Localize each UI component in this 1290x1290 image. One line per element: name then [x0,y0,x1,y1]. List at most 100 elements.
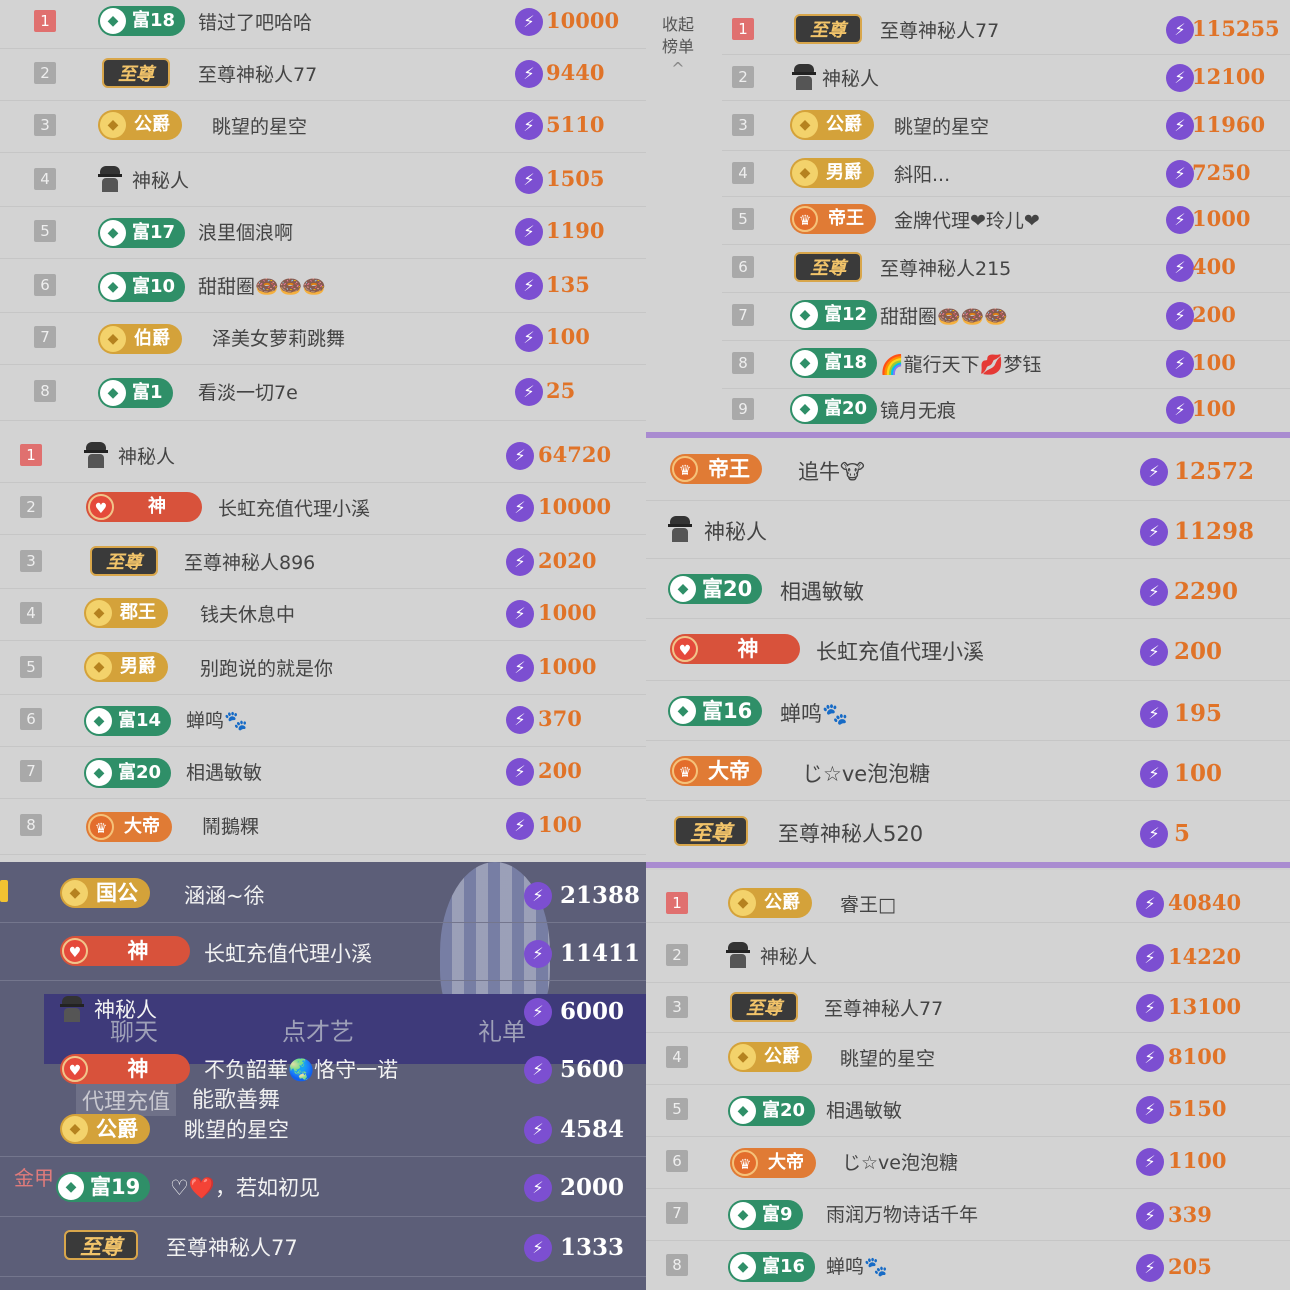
list-item[interactable]: 6 ◆ 富10 甜甜圈🍩🍩🍩 ⚡ 135 [0,258,646,313]
list-item[interactable]: 5 ◆ 男爵 别跑说的就是你 ⚡ 1000 [0,640,646,695]
contribution-value: 2020 [538,548,597,573]
user-name: 眺望的星空 [184,1118,289,1142]
prince-badge: ◆ 郡王 [84,598,168,628]
rank-number: 3 [20,550,42,572]
list-item[interactable]: 2 神秘人 ⚡ 12100 [722,54,1290,101]
contribution-value: 5 [1174,820,1191,847]
list-item[interactable]: ◆ 富16 蝉鸣🐾 ⚡ 195 [646,680,1290,741]
list-item[interactable]: 神秘人 ⚡ 11298 [646,500,1290,559]
list-item[interactable]: 6 ♛ 大帝 じ☆ve泡泡糖 ⚡ 1100 [646,1136,1290,1189]
rank-number: 5 [732,208,754,230]
duke-badge: ◆ 公爵 [790,110,874,140]
list-item[interactable]: 5 ◆ 富20 相遇敏敏 ⚡ 5150 [646,1084,1290,1137]
user-name: 蝉鸣🐾 [826,1256,888,1278]
list-item[interactable]: 7 ◆ 富12 甜甜圈🍩🍩🍩 ⚡ 200 [722,292,1290,341]
user-name: 神秘人 [760,946,818,968]
list-item[interactable]: 5 ♛ 帝王 金牌代理❤玲儿❤ ⚡ 1000 [722,196,1290,245]
diamond-icon: ◆ [86,760,112,786]
level-badge: ◆ 富20 [84,758,172,788]
list-item[interactable]: 7 ◆ 富20 相遇敏敏 ⚡ 200 [0,746,646,799]
list-item[interactable]: 2 至尊 至尊神秘人77 ⚡ 9440 [0,48,646,101]
list-item[interactable]: ◆ 公爵 眺望的星空 ⚡ 4584 [0,1098,646,1157]
list-item[interactable]: 5 ◆ 富17 浪里個浪啊 ⚡ 1190 [0,206,646,259]
crest-icon: ♛ [88,814,114,840]
list-item[interactable]: 1 ◆ 公爵 睿王□ ⚡ 40840 [646,870,1290,923]
list-item[interactable]: 4 ◆ 男爵 斜阳... ⚡ 7250 [722,150,1290,197]
level-badge: ◆ 富12 [790,300,878,330]
list-item[interactable]: 神秘人 ⚡ 6000 [0,980,646,1038]
list-item[interactable]: 至尊 至尊神秘人77 ⚡ 1333 [0,1216,646,1277]
rank-number: 2 [20,496,42,518]
list-item[interactable]: 2 神秘人 ⚡ 14220 [646,922,1290,983]
list-item[interactable]: 4 ◆ 郡王 钱夫休息中 ⚡ 1000 [0,588,646,641]
list-item[interactable]: 7 ◆ 富9 雨润万物诗话千年 ⚡ 339 [646,1188,1290,1241]
list-item[interactable]: 3 ◆ 公爵 眺望的星空 ⚡ 11960 [722,100,1290,151]
list-item[interactable]: 1 ◆ 富18 错过了吧哈哈 ⚡ 10000 [0,0,646,49]
rank-number: 8 [34,380,56,402]
list-item[interactable]: ♥ 神 长虹充值代理小溪 ⚡ 11411 [0,922,646,981]
list-item[interactable]: ◆ 国公 涵涵~徐 ⚡ 21388 [0,862,646,923]
list-item[interactable]: 3 至尊 至尊神秘人896 ⚡ 2020 [0,534,646,589]
rank-number: 4 [666,1046,688,1068]
list-item[interactable]: 7 ◆ 伯爵 泽美女萝莉跳舞 ⚡ 100 [0,312,646,365]
user-name: 眺望的星空 [212,116,308,138]
contribution-value: 100 [1192,350,1236,375]
mystery-user-icon [668,516,692,542]
list-item[interactable]: 9 ◆ 富20 镜月无痕 ⚡ 100 [722,388,1290,432]
contribution-value: 13100 [1168,994,1242,1019]
list-item[interactable]: ♛ 大帝 じ☆ve泡泡糖 ⚡ 100 [646,740,1290,801]
list-item[interactable]: 8 ◆ 富16 蝉鸣🐾 ⚡ 205 [646,1240,1290,1290]
list-item[interactable]: ♛ 帝王 追牛🐮 ⚡ 12572 [646,438,1290,501]
contribution-value: 1190 [546,218,605,243]
diamond-icon: ◆ [58,1174,84,1200]
list-item[interactable]: 4 ◆ 公爵 眺望的星空 ⚡ 8100 [646,1032,1290,1085]
list-item[interactable]: 8 ◆ 富18 🌈龍行天下💋梦钰 ⚡ 100 [722,340,1290,389]
list-item[interactable]: 1 神秘人 ⚡ 64720 [0,430,646,483]
contribution-value: 100 [1192,396,1236,421]
user-name: 蝉鸣🐾 [186,710,248,732]
list-item[interactable]: 至尊 至尊神秘人520 ⚡ 5 [646,800,1290,862]
list-item[interactable]: 1 至尊 至尊神秘人77 ⚡ 115255 [722,4,1290,55]
level-badge: ◆ 富20 [668,574,763,604]
list-item[interactable]: 6 至尊 至尊神秘人215 ⚡ 400 [722,244,1290,293]
list-item[interactable]: ♥ 神 不负韶華🌏恪守一诺 ⚡ 5600 [0,1038,646,1098]
lightning-coin-icon: ⚡ [1140,578,1168,606]
level-badge: ◆ 富9 [728,1200,803,1230]
collapse-ranking-button[interactable]: 收起榜单 ^ [656,14,700,80]
list-item[interactable]: 6 ◆ 富14 蝉鸣🐾 ⚡ 370 [0,694,646,747]
list-item[interactable]: 3 至尊 至尊神秘人77 ⚡ 13100 [646,982,1290,1033]
emperor-badge: ♛ 帝王 [790,204,876,234]
list-item[interactable]: 2 ♥ 神 长虹充值代理小溪 ⚡ 10000 [0,482,646,535]
lightning-coin-icon: ⚡ [1136,890,1164,918]
diamond-icon: ◆ [62,880,88,906]
list-item[interactable]: 3 ◆ 公爵 眺望的星空 ⚡ 5110 [0,100,646,153]
list-item[interactable]: ♥ 神 长虹充值代理小溪 ⚡ 200 [646,618,1290,681]
diamond-icon: ◆ [730,1098,756,1124]
user-name: 追牛🐮 [798,460,865,484]
user-name: 鬧鵝粿 [202,816,260,838]
contribution-value: 8100 [1168,1044,1227,1069]
rank-number: 6 [666,1150,688,1172]
level-badge: ◆ 富16 [728,1252,816,1282]
user-name: 涵涵~徐 [184,884,265,908]
user-name: 眺望的星空 [894,116,990,138]
list-item[interactable]: 8 ♛ 大帝 鬧鵝粿 ⚡ 100 [0,798,646,855]
list-item[interactable]: ◆ 富19 ♡❤️，若如初见 ⚡ 2000 [0,1156,646,1217]
rank-number: 4 [20,602,42,624]
rank-number: 6 [732,256,754,278]
leaderboard-panel-6: 1 ◆ 公爵 睿王□ ⚡ 40840 2 神秘人 ⚡ 14220 3 至尊 至尊神… [646,870,1290,1290]
user-name: 至尊神秘人77 [824,998,944,1020]
contribution-value: 200 [1192,302,1236,327]
list-item[interactable]: 4 神秘人 ⚡ 1505 [0,152,646,207]
level-badge: ◆ 富18 [790,348,878,378]
crest-icon: ♛ [672,758,698,784]
lightning-coin-icon: ⚡ [1166,64,1194,92]
user-name: 至尊神秘人520 [778,822,924,846]
chevron-up-icon: ^ [671,59,685,78]
lightning-coin-icon: ⚡ [1166,160,1194,188]
rank-number: 6 [34,274,56,296]
lightning-coin-icon: ⚡ [506,812,534,840]
lightning-coin-icon: ⚡ [1140,518,1168,546]
list-item[interactable]: ◆ 富20 相遇敏敏 ⚡ 2290 [646,558,1290,619]
list-item[interactable]: 8 ◆ 富1 看淡一切7e ⚡ 25 [0,364,646,421]
